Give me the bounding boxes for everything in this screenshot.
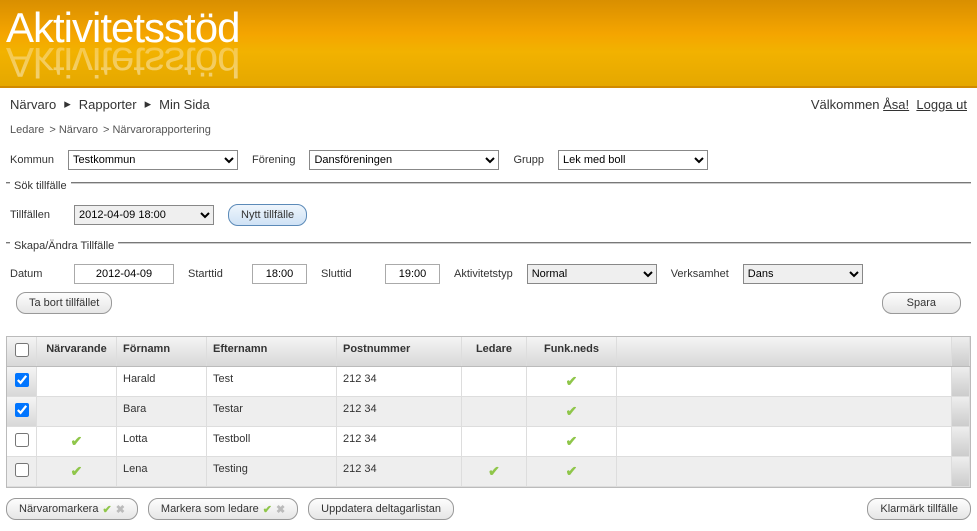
nav-item-minsida[interactable]: Min Sida: [159, 97, 210, 112]
breadcrumb-item[interactable]: Ledare: [10, 124, 44, 136]
spara-button[interactable]: Spara: [882, 292, 961, 314]
col-ledare[interactable]: Ledare: [462, 337, 527, 366]
col-fornamn[interactable]: Förnamn: [117, 337, 207, 366]
check-icon: ✔: [263, 503, 272, 516]
check-icon: ✔: [566, 373, 578, 389]
grupp-label: Grupp: [513, 154, 544, 166]
nav-item-rapporter[interactable]: Rapporter: [79, 97, 137, 112]
table-row[interactable]: HaraldTest212 34 ✔: [7, 367, 970, 397]
scrollbar-header: [952, 337, 970, 366]
scrollbar-track[interactable]: [952, 457, 970, 486]
breadcrumb-item[interactable]: Närvaro: [59, 124, 98, 136]
skapa-tillfalle-section: Skapa/Ändra Tillfälle Datum Starttid Slu…: [6, 242, 971, 326]
starttid-label: Starttid: [188, 268, 238, 280]
sok-tillfalle-section: Sök tillfälle Tillfällen 2012-04-09 18:0…: [6, 182, 971, 232]
klarmark-button[interactable]: Klarmärk tillfälle: [867, 498, 971, 520]
narvaromarkera-label: Närvaromarkera: [19, 503, 98, 515]
aktivitetstyp-select[interactable]: Normal: [527, 264, 657, 284]
breadcrumb: Ledare > Närvaro > Närvarorapportering: [0, 120, 977, 146]
table-row[interactable]: ✔ LenaTesting212 34 ✔ ✔: [7, 457, 970, 487]
table-row[interactable]: BaraTestar212 34 ✔: [7, 397, 970, 427]
col-narvarande[interactable]: Närvarande: [37, 337, 117, 366]
uppdatera-button[interactable]: Uppdatera deltagarlistan: [308, 498, 454, 520]
ta-bort-button[interactable]: Ta bort tillfället: [16, 292, 112, 314]
verksamhet-label: Verksamhet: [671, 268, 729, 280]
select-all-checkbox[interactable]: [15, 343, 29, 357]
narvaromarkera-button[interactable]: Närvaromarkera ✔ ✖: [6, 498, 138, 520]
row-checkbox[interactable]: [15, 403, 29, 417]
datum-label: Datum: [10, 268, 60, 280]
app-header: Aktivitetsstöd Aktivitetsstöd: [0, 0, 977, 88]
starttid-input[interactable]: [252, 264, 307, 284]
filter-row: Kommun Testkommun Förening Dansföreninge…: [0, 146, 977, 182]
cell-efternamn: Testing: [207, 457, 337, 486]
nytt-tillfalle-button[interactable]: Nytt tillfälle: [228, 204, 307, 226]
aktivitetstyp-label: Aktivitetstyp: [454, 268, 513, 280]
chevron-right-icon: ▸: [64, 96, 71, 112]
check-icon: ✔: [566, 433, 578, 449]
datum-input[interactable]: [74, 264, 174, 284]
sluttid-input[interactable]: [385, 264, 440, 284]
check-icon: ✔: [488, 463, 500, 479]
tillfallen-select[interactable]: 2012-04-09 18:00: [74, 205, 214, 225]
skapa-legend: Skapa/Ändra Tillfälle: [10, 240, 118, 252]
col-efternamn[interactable]: Efternamn: [207, 337, 337, 366]
kommun-label: Kommun: [10, 154, 54, 166]
cell-fornamn: Lena: [117, 457, 207, 486]
scrollbar-track[interactable]: [952, 367, 970, 396]
cell-fornamn: Bara: [117, 397, 207, 426]
sluttid-label: Sluttid: [321, 268, 371, 280]
cell-postnummer: 212 34: [337, 457, 462, 486]
x-icon: ✖: [276, 503, 285, 516]
row-checkbox[interactable]: [15, 433, 29, 447]
check-icon: ✔: [102, 503, 111, 516]
table-header: Närvarande Förnamn Efternamn Postnummer …: [6, 336, 971, 367]
nav-bar: Närvaro ▸ Rapporter ▸ Min Sida Välkommen…: [0, 88, 977, 120]
cell-efternamn: Test: [207, 367, 337, 396]
scrollbar-track[interactable]: [952, 427, 970, 456]
check-icon: ✔: [566, 463, 578, 479]
attendance-table: Närvarande Förnamn Efternamn Postnummer …: [6, 336, 971, 488]
check-icon: ✔: [71, 433, 83, 449]
markera-ledare-button[interactable]: Markera som ledare ✔ ✖: [148, 498, 298, 520]
check-icon: ✔: [566, 403, 578, 419]
welcome-text: Välkommen: [811, 97, 883, 112]
grupp-select[interactable]: Lek med boll: [558, 150, 708, 170]
kommun-select[interactable]: Testkommun: [68, 150, 238, 170]
logout-link[interactable]: Logga ut: [916, 97, 967, 112]
app-logo-reflection: Aktivitetsstöd: [6, 38, 977, 86]
scrollbar-track[interactable]: [952, 397, 970, 426]
check-icon: ✔: [71, 463, 83, 479]
table-row[interactable]: ✔ LottaTestboll212 34 ✔: [7, 427, 970, 457]
user-name[interactable]: Åsa!: [883, 97, 909, 112]
markera-ledare-label: Markera som ledare: [161, 503, 259, 515]
cell-postnummer: 212 34: [337, 367, 462, 396]
cell-efternamn: Testboll: [207, 427, 337, 456]
forening-label: Förening: [252, 154, 295, 166]
chevron-right-icon: ▸: [145, 96, 152, 112]
cell-postnummer: 212 34: [337, 397, 462, 426]
footer-actions: Närvaromarkera ✔ ✖ Markera som ledare ✔ …: [0, 488, 977, 530]
breadcrumb-item: Närvarorapportering: [112, 124, 210, 136]
row-checkbox[interactable]: [15, 373, 29, 387]
forening-select[interactable]: Dansföreningen: [309, 150, 499, 170]
nav-item-narvaro[interactable]: Närvaro: [10, 97, 56, 112]
sok-legend: Sök tillfälle: [10, 180, 71, 192]
cell-fornamn: Harald: [117, 367, 207, 396]
verksamhet-select[interactable]: Dans: [743, 264, 863, 284]
col-funkneds[interactable]: Funk.neds: [527, 337, 617, 366]
tillfallen-label: Tillfällen: [10, 209, 60, 221]
cell-efternamn: Testar: [207, 397, 337, 426]
col-postnummer[interactable]: Postnummer: [337, 337, 462, 366]
x-icon: ✖: [116, 503, 125, 516]
row-checkbox[interactable]: [15, 463, 29, 477]
cell-postnummer: 212 34: [337, 427, 462, 456]
cell-fornamn: Lotta: [117, 427, 207, 456]
